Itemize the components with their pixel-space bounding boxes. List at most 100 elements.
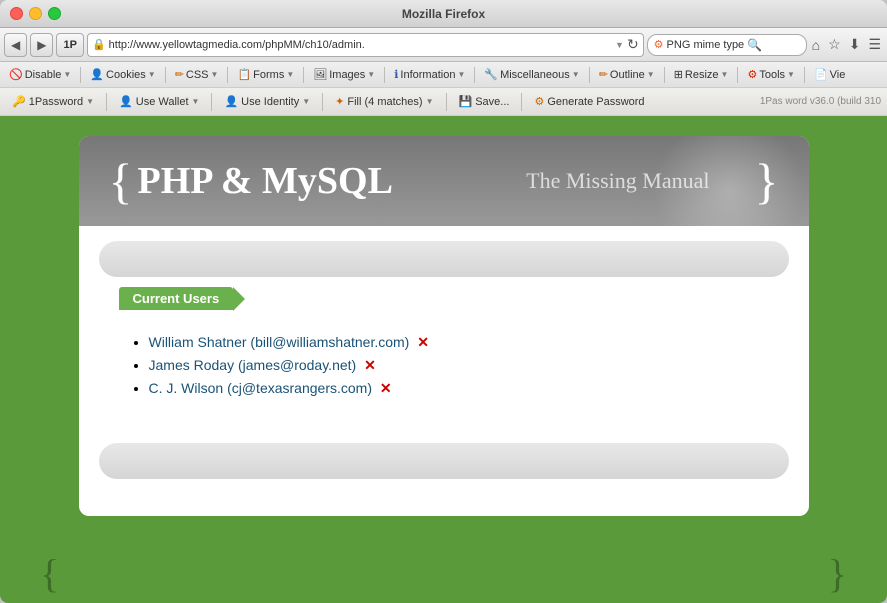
disable-icon: 🚫 [9,68,23,81]
misc-icon: 🔧 [484,68,498,81]
cookies-menu[interactable]: 👤 Cookies ▼ [85,67,160,82]
css-icon: ✏ [175,68,184,81]
user-link-william[interactable]: William Shatner (bill@williamshatner.com… [149,334,414,350]
header-brace-right: } [755,152,779,210]
separator [446,93,447,111]
page-header: { PHP & MySQL The Missing Manual } [79,136,809,226]
information-menu[interactable]: ℹ Information ▼ [389,67,470,82]
dropdown-icon: ▼ [615,40,624,50]
resize-menu[interactable]: ⊞ Resize ▼ [669,67,734,82]
bookmark-button[interactable]: ☆ [826,34,843,55]
outline-menu[interactable]: ✏ Outline ▼ [594,67,660,82]
dropdown-arrow: ▼ [192,97,200,106]
separator [384,67,385,83]
separator [804,67,805,83]
back-arrow-icon: ◀ [11,38,20,52]
back-button[interactable]: ◀ [4,33,27,57]
user-link-james[interactable]: James Roday (james@roday.net) [149,357,361,373]
footer-brace-left: { [40,550,59,597]
1password-brand[interactable]: 🔑 1Password ▼ [6,93,100,110]
dropdown-arrow: ▼ [721,70,729,79]
dropdown-arrow: ▼ [426,97,434,106]
bottom-bar: { } [0,543,887,603]
resize-icon: ⊞ [674,68,683,81]
separator [737,67,738,83]
menu-button[interactable]: ☰ [866,34,883,55]
separator [589,67,590,83]
cookies-icon: 👤 [90,68,104,81]
search-bar[interactable]: ⚙ PNG mime type 🔍 [647,34,807,56]
user-link-wilson[interactable]: C. J. Wilson (cj@texasrangers.com) [149,380,376,396]
search-text: PNG mime type [667,39,745,51]
dropdown-arrow: ▼ [86,97,94,106]
page-search-top[interactable] [99,241,789,277]
1password-nav-icon[interactable]: 1P [56,33,83,57]
dropdown-arrow: ▼ [302,97,310,106]
delete-william-button[interactable]: ✕ [417,334,429,350]
save-icon: 💾 [459,95,473,108]
forward-button[interactable]: ▶ [30,33,53,57]
separator [211,93,212,111]
delete-wilson-button[interactable]: ✕ [380,380,392,396]
page-search-bottom[interactable] [99,443,789,479]
home-button[interactable]: ⌂ [810,35,822,55]
list-item: James Roday (james@roday.net) ✕ [149,357,769,374]
view-menu[interactable]: 📄 Vie [809,67,850,82]
dropdown-arrow: ▼ [286,70,294,79]
badge-arrow [233,287,245,311]
reload-icon[interactable]: ↻ [627,36,639,53]
delete-james-button[interactable]: ✕ [364,357,376,373]
dropdown-arrow: ▼ [211,70,219,79]
css-menu[interactable]: ✏ CSS ▼ [170,67,224,82]
separator [227,67,228,83]
search-engine-icon: ⚙ [654,38,664,51]
footer-brace-right: } [828,550,847,597]
header-brace-left: { [109,152,133,210]
miscellaneous-menu[interactable]: 🔧 Miscellaneous ▼ [479,67,584,82]
images-menu[interactable]: 🖼 Images ▼ [308,67,380,82]
fill-button[interactable]: ✦ Fill (4 matches) ▼ [329,93,439,110]
images-icon: 🖼 [313,68,327,81]
web-developer-toolbar: 🚫 Disable ▼ 👤 Cookies ▼ ✏ CSS ▼ 📋 Forms … [0,62,887,88]
dropdown-arrow: ▼ [647,70,655,79]
use-wallet-button[interactable]: 👤 Use Wallet ▼ [113,93,205,110]
1password-icon: 🔑 [12,95,26,108]
page-content: { PHP & MySQL The Missing Manual } Curre… [79,136,809,516]
tools-menu[interactable]: ⚙ Tools ▼ [742,67,799,82]
current-users-badge-container: Current Users [119,287,246,320]
separator [165,67,166,83]
dropdown-arrow: ▼ [572,70,580,79]
save-button[interactable]: 💾 Save... [453,93,516,110]
minimize-button[interactable] [29,7,42,20]
current-users-badge: Current Users [119,287,234,310]
disable-menu[interactable]: 🚫 Disable ▼ [4,67,76,82]
content-area: { PHP & MySQL The Missing Manual } Curre… [0,116,887,543]
page-title: PHP & MySQL [138,159,393,203]
use-identity-button[interactable]: 👤 Use Identity ▼ [218,93,316,110]
secure-icon: 🔒 [92,38,106,51]
separator [322,93,323,111]
browser-window: Mozilla Firefox ◀ ▶ 1P 🔒 http://www.yell… [0,0,887,603]
separator [80,67,81,83]
forms-menu[interactable]: 📋 Forms ▼ [232,67,299,82]
generate-password-button[interactable]: ⚙ Generate Password [528,93,650,110]
list-item: C. J. Wilson (cj@texasrangers.com) ✕ [149,380,769,397]
close-button[interactable] [10,7,23,20]
separator [521,93,522,111]
users-list: William Shatner (bill@williamshatner.com… [119,334,769,397]
dropdown-arrow: ▼ [63,70,71,79]
maximize-button[interactable] [48,7,61,20]
title-bar: Mozilla Firefox [0,0,887,28]
forward-arrow-icon: ▶ [37,38,46,52]
download-button[interactable]: ⬇ [847,34,863,55]
password-toolbar: 🔑 1Password ▼ 👤 Use Wallet ▼ 👤 Use Ident… [0,88,887,116]
list-item: William Shatner (bill@williamshatner.com… [149,334,769,351]
info-icon: ℹ [394,68,398,81]
nav-bar: ◀ ▶ 1P 🔒 http://www.yellowtagmedia.com/p… [0,28,887,62]
tools-icon: ⚙ [747,68,757,81]
window-controls [10,7,61,20]
address-bar[interactable]: 🔒 http://www.yellowtagmedia.com/phpMM/ch… [87,33,644,57]
outline-icon: ✏ [599,68,608,81]
separator [106,93,107,111]
page-wrapper: { PHP & MySQL The Missing Manual } Curre… [0,116,887,543]
